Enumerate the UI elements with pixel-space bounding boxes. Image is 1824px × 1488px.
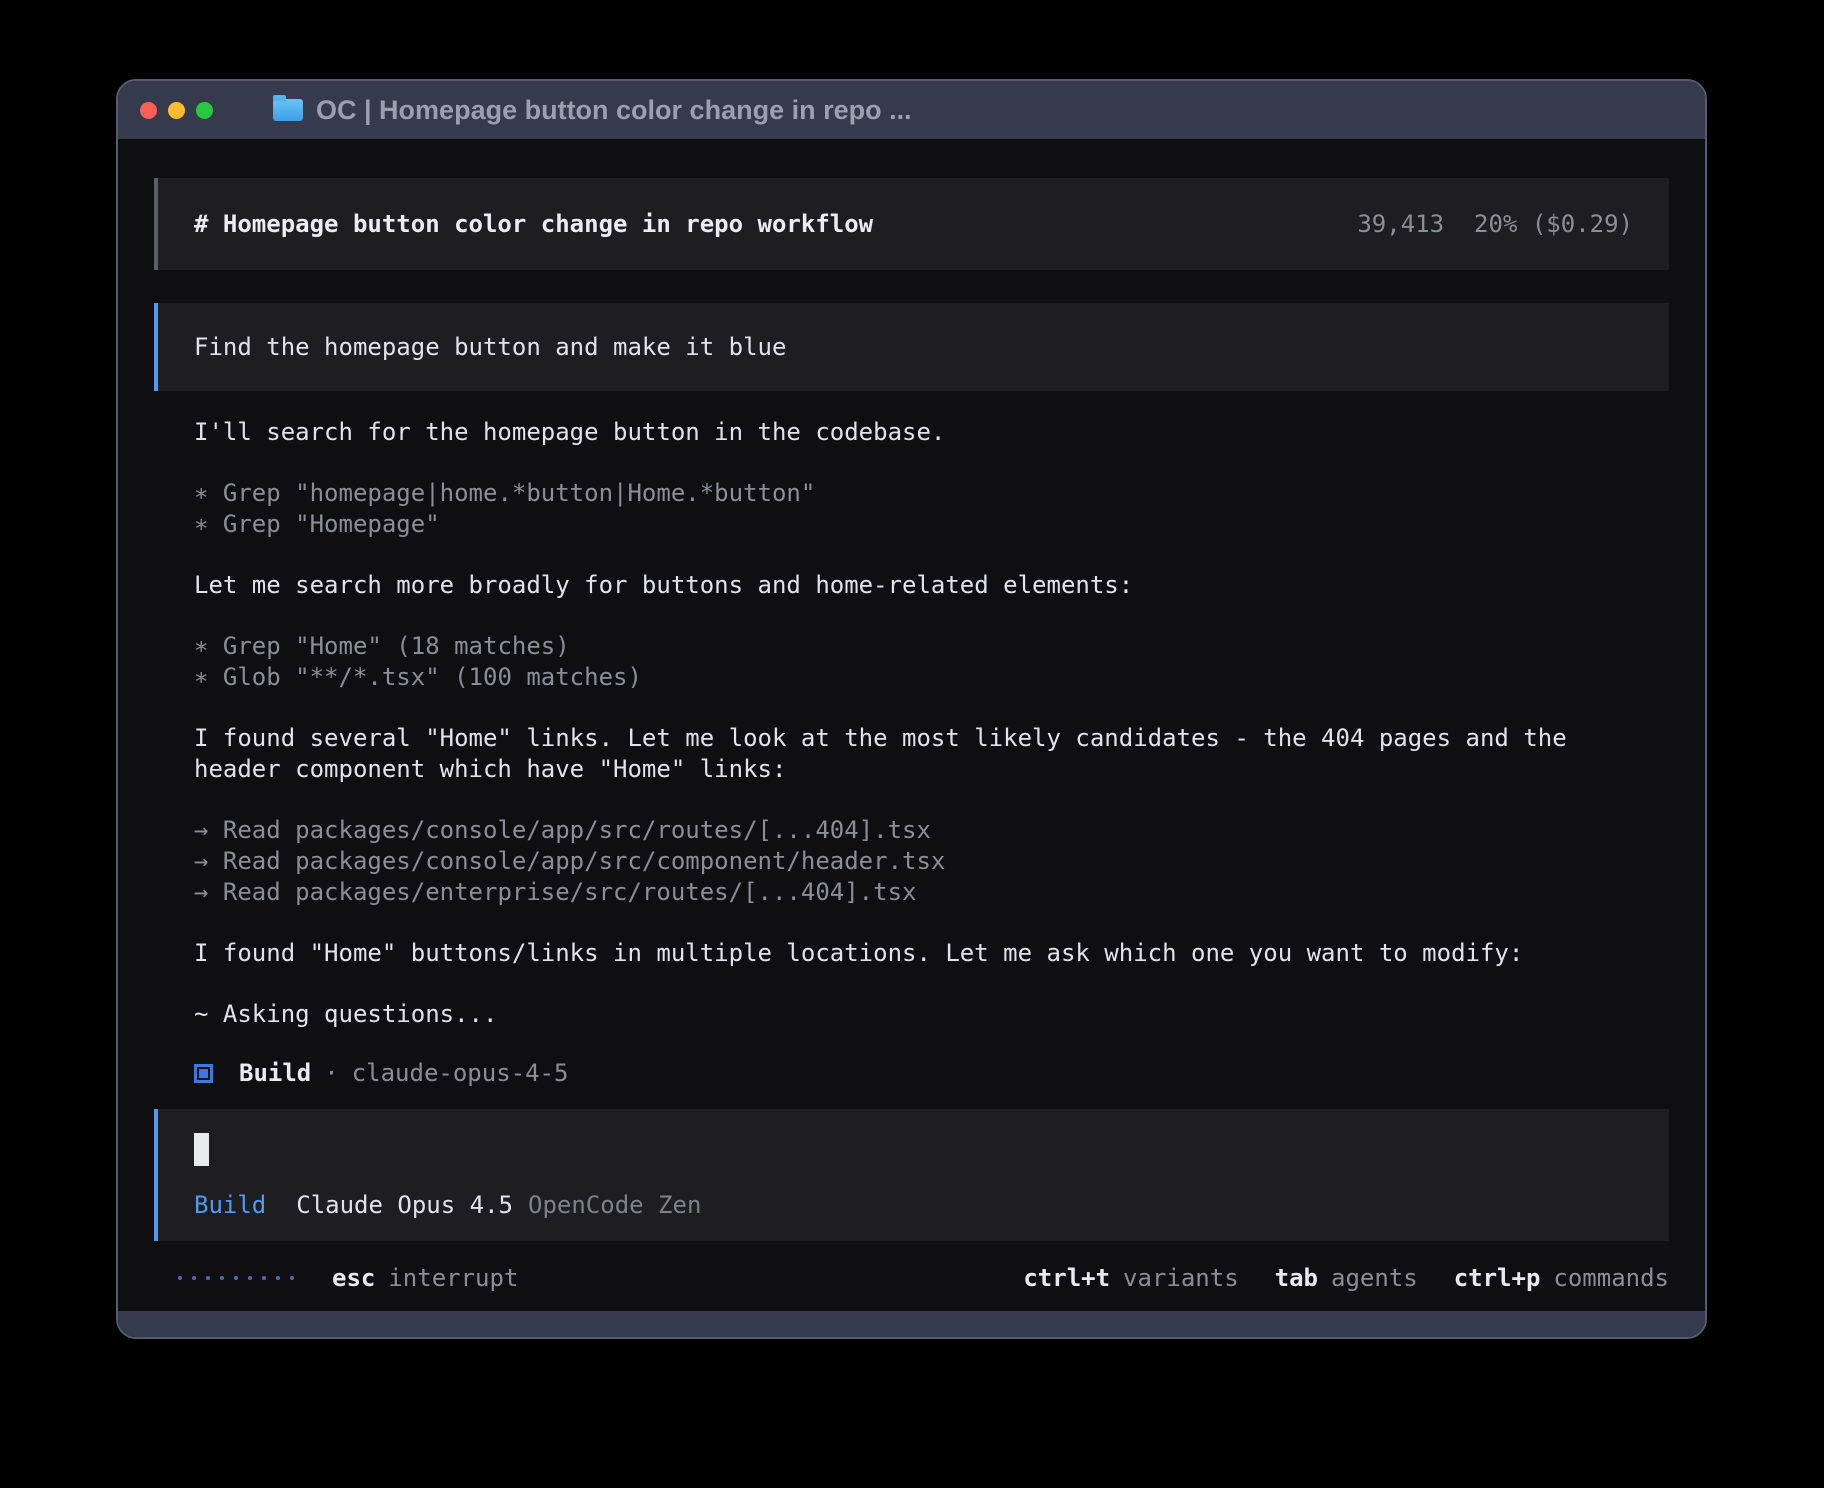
tool-call-glob: ∗ Glob "**/*.tsx" (100 matches) [194, 662, 1669, 693]
session-stats: 39,413 20% ($0.29) [1357, 209, 1633, 240]
read-arrow-icon: → [194, 847, 208, 875]
provider-indicator: OpenCode Zen [528, 1190, 701, 1221]
text-cursor [194, 1133, 209, 1166]
tool-bullet-icon: ∗ [194, 510, 208, 538]
model-indicator[interactable]: Claude Opus 4.5 [296, 1190, 513, 1221]
status-right: ctrl+t variants tab agents ctrl+p comman… [987, 1263, 1669, 1294]
tool-call-grep: ∗ Grep "Homepage" [194, 509, 1669, 540]
window-title: OC | Homepage button color change in rep… [316, 95, 912, 126]
user-message: Find the homepage button and make it blu… [154, 303, 1669, 391]
agent-build-icon [194, 1064, 213, 1083]
window-bottom-strip [118, 1311, 1705, 1337]
hint-commands[interactable]: ctrl+p commands [1454, 1263, 1669, 1294]
session-header: # Homepage button color change in repo w… [154, 178, 1669, 270]
zoom-window-button[interactable] [196, 102, 213, 119]
status-bar: esc interrupt ctrl+t variants tab agents… [154, 1257, 1669, 1299]
assistant-output: I'll search for the homepage button in t… [154, 391, 1669, 1089]
hint-key: tab [1275, 1263, 1318, 1294]
tool-bullet-icon: ∗ [194, 663, 208, 691]
separator-dot: · [324, 1058, 338, 1089]
traffic-lights [140, 102, 213, 119]
agent-model: claude-opus-4-5 [352, 1058, 569, 1089]
read-arrow-icon: → [194, 816, 208, 844]
mode-indicator[interactable]: Build [194, 1190, 266, 1221]
hint-key: ctrl+t [1023, 1263, 1110, 1294]
esc-key[interactable]: esc [332, 1263, 375, 1294]
token-count: 39,413 [1357, 209, 1444, 240]
tool-call-label: Grep "homepage|home.*button|Home.*button… [208, 479, 815, 507]
spinner-dots-icon [178, 1276, 294, 1280]
terminal-window: OC | Homepage button color change in rep… [116, 79, 1707, 1339]
context-cost: 20% ($0.29) [1474, 209, 1633, 240]
tool-call-label: Read packages/console/app/src/component/… [208, 847, 945, 875]
assistant-text: header component which have "Home" links… [194, 754, 1669, 785]
read-arrow-icon: → [194, 878, 208, 906]
hint-label: commands [1553, 1263, 1669, 1294]
esc-label: interrupt [388, 1263, 518, 1294]
prompt-input[interactable]: Build Claude Opus 4.5 OpenCode Zen [154, 1109, 1669, 1241]
user-message-text: Find the homepage button and make it blu… [194, 332, 786, 363]
assistant-working-status: ~ Asking questions... [194, 999, 1669, 1030]
assistant-text: I found "Home" buttons/links in multiple… [194, 938, 1669, 969]
input-meta: Build Claude Opus 4.5 OpenCode Zen [194, 1190, 1633, 1221]
tool-call-read: → Read packages/enterprise/src/routes/[.… [194, 877, 1669, 908]
tool-call-label: Glob "**/*.tsx" (100 matches) [208, 663, 641, 691]
tool-call-grep: ∗ Grep "Home" (18 matches) [194, 631, 1669, 662]
tool-bullet-icon: ∗ [194, 632, 208, 660]
assistant-text: I found several "Home" links. Let me loo… [194, 723, 1669, 754]
tool-call-grep: ∗ Grep "homepage|home.*button|Home.*butt… [194, 478, 1669, 509]
tool-call-label: Grep "Home" (18 matches) [208, 632, 569, 660]
folder-icon [273, 99, 303, 121]
agent-name: Build [239, 1058, 311, 1089]
terminal-content: # Homepage button color change in repo w… [118, 139, 1705, 1311]
close-window-button[interactable] [140, 102, 157, 119]
hint-label: variants [1123, 1263, 1239, 1294]
agent-status-row: Build · claude-opus-4-5 [194, 1058, 1669, 1089]
hint-variants[interactable]: ctrl+t variants [1023, 1263, 1238, 1294]
assistant-text: Let me search more broadly for buttons a… [194, 570, 1669, 601]
hint-agents[interactable]: tab agents [1275, 1263, 1418, 1294]
tool-call-read: → Read packages/console/app/src/routes/[… [194, 815, 1669, 846]
tool-bullet-icon: ∗ [194, 479, 208, 507]
tool-call-label: Read packages/console/app/src/routes/[..… [208, 816, 930, 844]
tool-call-read: → Read packages/console/app/src/componen… [194, 846, 1669, 877]
titlebar[interactable]: OC | Homepage button color change in rep… [118, 81, 1705, 139]
hint-label: agents [1331, 1263, 1418, 1294]
hint-key: ctrl+p [1454, 1263, 1541, 1294]
assistant-text: I'll search for the homepage button in t… [194, 417, 1669, 448]
session-title: # Homepage button color change in repo w… [194, 209, 873, 240]
tool-call-label: Grep "Homepage" [208, 510, 439, 538]
minimize-window-button[interactable] [168, 102, 185, 119]
status-left: esc interrupt [154, 1263, 518, 1294]
tool-call-label: Read packages/enterprise/src/routes/[...… [208, 878, 916, 906]
